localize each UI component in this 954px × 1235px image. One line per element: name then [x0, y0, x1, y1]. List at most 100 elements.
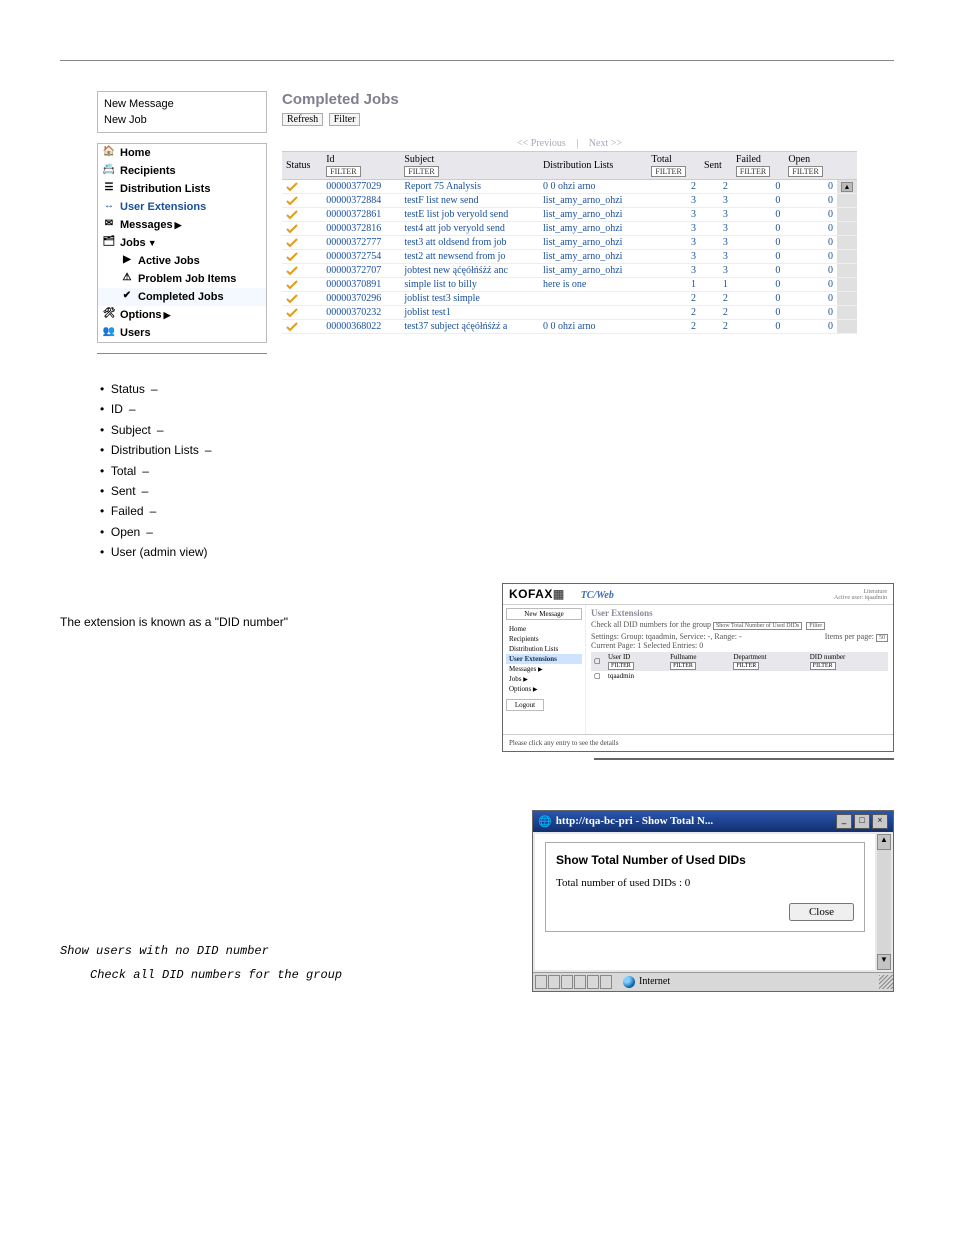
show-total-dids-button[interactable]: Show Total Number of Used DIDs	[713, 622, 802, 630]
kofax-logo: KOFAX▦	[509, 587, 565, 601]
filter-badge[interactable]: FILTER	[404, 166, 438, 177]
scrollbar-track[interactable]	[837, 320, 857, 334]
scrollbar-track[interactable]	[837, 292, 857, 306]
cell-total: 3	[647, 208, 700, 222]
refresh-button[interactable]: Refresh	[282, 113, 323, 126]
table-row[interactable]: 00000372861testE list job veryold sendli…	[282, 208, 857, 222]
col-did-number[interactable]: DID numberFILTER	[807, 652, 888, 671]
filter-badge[interactable]: FILTER	[788, 166, 822, 177]
cell-dlist: list_amy_arno_ohzi	[539, 250, 647, 264]
cell-dlist: list_amy_arno_ohzi	[539, 194, 647, 208]
table-row[interactable]: 00000370232joblist test12200	[282, 306, 857, 320]
table-row[interactable]: 00000370891simple list to billyhere is o…	[282, 278, 857, 292]
close-icon[interactable]: ×	[872, 814, 888, 829]
mini-nav-item[interactable]: Recipients	[506, 634, 582, 644]
table-row[interactable]: 00000370296joblist test3 simple2200	[282, 292, 857, 306]
nav-active-jobs[interactable]: ▶Active Jobs	[98, 252, 266, 270]
filter-button[interactable]: Filter	[806, 622, 825, 630]
table-row[interactable]: 00000377029Report 75 Analysis0 0 ohzi ar…	[282, 180, 857, 194]
nav-jobs[interactable]: 🗂Jobs▼	[98, 234, 266, 252]
scrollbar-track[interactable]	[837, 194, 857, 208]
table-row[interactable]: 00000372754test2 att newsend from jolist…	[282, 250, 857, 264]
cell-user-id[interactable]: tqaadmin	[605, 671, 888, 681]
filter-badge[interactable]: FILTER	[736, 166, 770, 177]
mini-nav-item[interactable]: Jobs ▶	[506, 674, 582, 684]
table-row[interactable]: 00000368022test37 subject ąćęółńśżź a0 0…	[282, 320, 857, 334]
scrollbar-track[interactable]	[837, 208, 857, 222]
nav-messages[interactable]: ✉Messages▶	[98, 216, 266, 234]
nav-completed-jobs[interactable]: ✔Completed Jobs	[98, 288, 266, 306]
scrollbar-track[interactable]: ▲	[837, 180, 857, 194]
scroll-up-icon[interactable]: ▲	[877, 834, 891, 850]
col-user-id[interactable]: User IDFILTER	[605, 652, 667, 671]
nav-options[interactable]: 🛠Options▶	[98, 306, 266, 324]
check-dids-link[interactable]: Check all DID numbers for the group	[591, 620, 711, 629]
nav-users[interactable]: 👥Users	[98, 324, 266, 342]
nav-problem-job-items[interactable]: ⚠Problem Job Items	[98, 270, 266, 288]
mini-new-message-button[interactable]: New Message	[506, 608, 582, 620]
mini-nav-item[interactable]: Home	[506, 624, 582, 634]
col-failed[interactable]: FailedFILTER	[732, 152, 785, 180]
cell-open: 0	[784, 222, 837, 236]
mini-nav-item[interactable]: User Extensions	[506, 654, 582, 664]
mini-nav-item[interactable]: Messages ▶	[506, 664, 582, 674]
cell-total: 3	[647, 194, 700, 208]
page-divider	[60, 60, 894, 61]
table-row[interactable]: 00000372884testF list new sendlist_amy_a…	[282, 194, 857, 208]
status-ok-icon	[282, 264, 322, 278]
prev-page-link[interactable]: << Previous	[517, 138, 566, 149]
row-checkbox[interactable]: ▢	[594, 672, 601, 680]
cell-id: 00000368022	[322, 320, 400, 334]
resize-grip-icon[interactable]	[879, 975, 893, 989]
table-row[interactable]: 00000372816test4 att job veryold sendlis…	[282, 222, 857, 236]
product-name: TC/Web	[581, 590, 614, 601]
select-all-checkbox[interactable]: ▢	[594, 657, 601, 665]
new-job-button[interactable]: New Job	[104, 112, 260, 128]
mini-nav-item[interactable]: Distribution Lists	[506, 644, 582, 654]
col-total[interactable]: TotalFILTER	[647, 152, 700, 180]
nav-recipients[interactable]: 📇Recipients	[98, 162, 266, 180]
mini-nav-item[interactable]: Options ▶	[506, 684, 582, 694]
logout-button[interactable]: Logout	[506, 699, 544, 711]
filter-badge[interactable]: FILTER	[326, 166, 360, 177]
col-id[interactable]: IdFILTER	[322, 152, 400, 180]
list-item: • Open–	[100, 522, 894, 542]
next-page-link[interactable]: Next >>	[589, 138, 622, 149]
scrollbar-track[interactable]	[837, 278, 857, 292]
col-fullname[interactable]: FullnameFILTER	[667, 652, 730, 671]
status-ok-icon	[282, 292, 322, 306]
status-ok-icon	[282, 222, 322, 236]
col-open[interactable]: OpenFILTER	[784, 152, 837, 180]
scrollbar-track[interactable]	[837, 264, 857, 278]
minimize-icon[interactable]: _	[836, 814, 852, 829]
filter-button[interactable]: Filter	[329, 113, 361, 126]
col-department[interactable]: DepartmentFILTER	[730, 652, 806, 671]
nav-distribution-lists[interactable]: ☰Distribution Lists	[98, 180, 266, 198]
scrollbar-track[interactable]	[837, 250, 857, 264]
nav-home[interactable]: 🏠Home	[98, 144, 266, 162]
maximize-icon[interactable]: □	[854, 814, 870, 829]
scrollbar-track[interactable]	[837, 236, 857, 250]
filter-badge[interactable]: FILTER	[651, 166, 685, 177]
items-per-page-select[interactable]: 50	[876, 634, 888, 642]
cell-failed: 0	[732, 222, 785, 236]
cell-open: 0	[784, 292, 837, 306]
scrollbar-track[interactable]	[837, 306, 857, 320]
nav-user-extensions[interactable]: ↔User Extensions	[98, 198, 266, 216]
new-message-button[interactable]: New Message	[104, 96, 260, 112]
scroll-down-icon[interactable]: ▼	[877, 954, 891, 970]
mini-sidebar: New Message HomeRecipientsDistribution L…	[503, 605, 586, 734]
vertical-scrollbar[interactable]: ▲ ▼	[877, 834, 891, 970]
cell-subject: joblist test1	[400, 306, 539, 320]
table-row[interactable]: 00000372707jobtest new ąćęółńśżź anclist…	[282, 264, 857, 278]
cell-subject: Report 75 Analysis	[400, 180, 539, 194]
table-row[interactable]: 00000372777test3 att oldsend from joblis…	[282, 236, 857, 250]
cell-id: 00000370232	[322, 306, 400, 320]
col-subject[interactable]: SubjectFILTER	[400, 152, 539, 180]
cell-open: 0	[784, 264, 837, 278]
scrollbar-track[interactable]	[837, 222, 857, 236]
close-button[interactable]: Close	[789, 903, 854, 921]
scrollbar[interactable]	[837, 152, 857, 180]
caption-check-dids: Check all DID numbers for the group	[90, 968, 420, 982]
titlebar[interactable]: 🌐 http://tqa-bc-pri - Show Total N... _ …	[533, 811, 893, 832]
